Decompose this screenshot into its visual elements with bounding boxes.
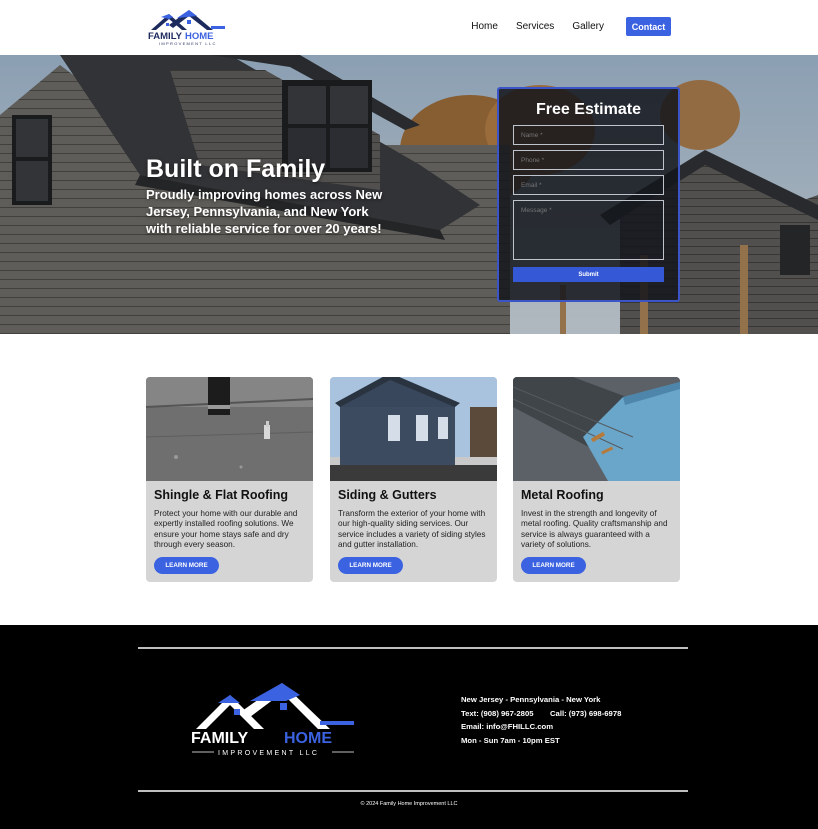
- nav-services[interactable]: Services: [516, 18, 554, 36]
- house-siding-photo-icon: [330, 377, 497, 481]
- svg-text:FAMILY: FAMILY: [191, 730, 249, 747]
- main-nav: Home Services Gallery Contact: [453, 17, 671, 36]
- copyright-text: © 2024 Family Home Improvement LLC: [360, 801, 458, 807]
- site-header: FAMILY HOME IMPROVEMENT LLC Home Service…: [0, 0, 818, 55]
- card-title: Shingle & Flat Roofing: [154, 488, 289, 502]
- hero-house-photo: [0, 55, 818, 334]
- card-description: Transform the exterior of your home with…: [338, 509, 486, 549]
- estimate-title: Free Estimate: [536, 101, 641, 118]
- footer-divider-bottom: [138, 790, 688, 792]
- service-card-metal: Metal Roofing Invest in the strength and…: [513, 377, 680, 582]
- site-footer: FAMILY HOME IMPROVEMENT LLC New Jersey -…: [0, 625, 818, 829]
- nav-home[interactable]: Home: [471, 18, 498, 36]
- metal-roof-photo-icon: [513, 377, 680, 481]
- footer-logo[interactable]: FAMILY HOME IMPROVEMENT LLC: [190, 681, 356, 759]
- service-card-siding: Siding & Gutters Transform the exterior …: [330, 377, 497, 582]
- svg-text:IMPROVEMENT LLC: IMPROVEMENT LLC: [218, 750, 319, 757]
- free-estimate-form: Free Estimate Submit: [497, 87, 680, 302]
- card-description: Invest in the strength and longevity of …: [521, 509, 668, 549]
- email-field[interactable]: [513, 175, 664, 195]
- card-title: Metal Roofing: [521, 488, 604, 502]
- learn-more-button[interactable]: LEARN MORE: [338, 557, 403, 574]
- text-phone[interactable]: Text: (908) 967-2805: [461, 709, 534, 718]
- message-field[interactable]: [513, 200, 664, 260]
- svg-text:IMPROVEMENT LLC: IMPROVEMENT LLC: [159, 41, 217, 46]
- service-regions: New Jersey - Pennsylvania - New York: [461, 695, 601, 704]
- house-logo-icon: FAMILY HOME IMPROVEMENT LLC: [191, 683, 354, 757]
- hero-section: Built on Family Proudly improving homes …: [0, 55, 818, 334]
- phone-field[interactable]: [513, 150, 664, 170]
- call-phone[interactable]: Call: (973) 698-6978: [550, 709, 621, 718]
- email-link[interactable]: Email: info@FHILLC.com: [461, 722, 553, 731]
- footer-divider-top: [138, 647, 688, 649]
- learn-more-button[interactable]: LEARN MORE: [154, 557, 219, 574]
- header-logo[interactable]: FAMILY HOME IMPROVEMENT LLC: [147, 8, 229, 46]
- business-hours: Mon - Sun 7am - 10pm EST: [461, 736, 560, 745]
- service-card-roofing: Shingle & Flat Roofing Protect your home…: [146, 377, 313, 582]
- card-title: Siding & Gutters: [338, 488, 437, 502]
- submit-button[interactable]: Submit: [513, 267, 664, 282]
- contact-button[interactable]: Contact: [626, 17, 671, 36]
- svg-text:HOME: HOME: [284, 730, 332, 747]
- hero-subtitle: Proudly improving homes across New Jerse…: [146, 187, 383, 236]
- roof-shingle-photo-icon: [146, 377, 313, 481]
- hero-title: Built on Family: [146, 155, 326, 183]
- card-description: Protect your home with our durable and e…: [154, 509, 298, 549]
- house-logo-icon: FAMILY HOME IMPROVEMENT LLC: [148, 10, 225, 46]
- nav-gallery[interactable]: Gallery: [572, 18, 604, 36]
- learn-more-button[interactable]: LEARN MORE: [521, 557, 586, 574]
- name-field[interactable]: [513, 125, 664, 145]
